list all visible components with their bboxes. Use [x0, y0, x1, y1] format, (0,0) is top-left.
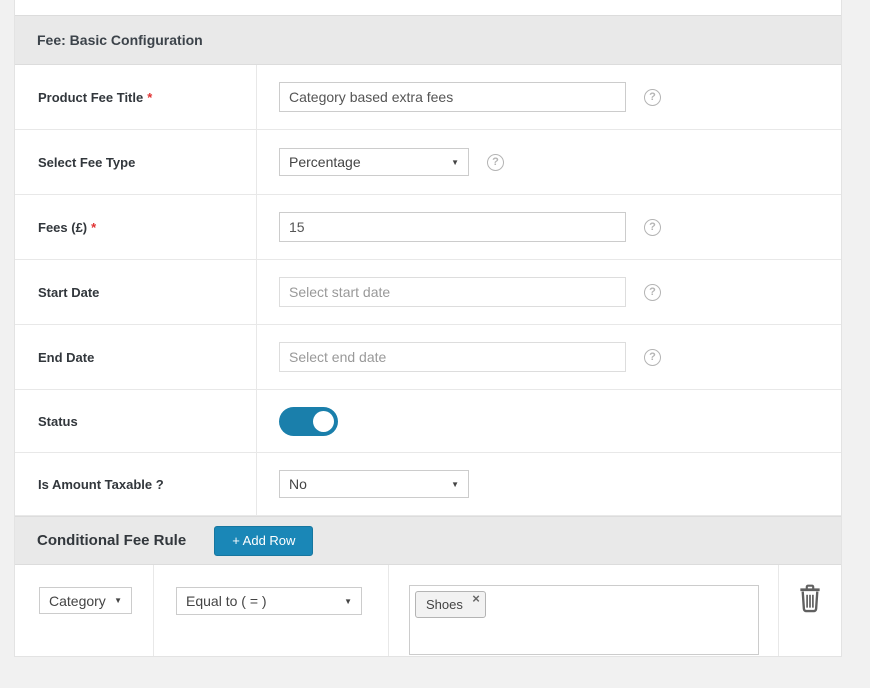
row-is-amount-taxable: Is Amount Taxable ? No ▼ — [15, 453, 841, 516]
row-status: Status — [15, 390, 841, 453]
start-date-input[interactable] — [279, 277, 626, 307]
fee-config-panel: Fee: Basic Configuration Product Fee Tit… — [14, 0, 842, 657]
help-icon[interactable]: ? — [644, 284, 661, 301]
product-fee-title-label: Product Fee Title — [38, 90, 143, 105]
taxable-selected-value: No — [289, 476, 307, 492]
rule-operator-selected-value: Equal to ( = ) — [186, 593, 267, 609]
add-row-button[interactable]: + Add Row — [214, 526, 313, 556]
chevron-down-icon: ▼ — [344, 597, 352, 606]
fee-type-label: Select Fee Type — [38, 155, 135, 170]
row-end-date: End Date ? — [15, 325, 841, 390]
row-product-fee-title: Product Fee Title * ? — [15, 65, 841, 130]
chevron-down-icon: ▼ — [451, 158, 459, 167]
chevron-down-icon: ▼ — [114, 596, 122, 605]
rule-field-select[interactable]: Category ▼ — [39, 587, 132, 614]
selected-value-tag: Shoes × — [415, 591, 486, 618]
conditional-fee-rule-title: Conditional Fee Rule — [37, 532, 186, 549]
row-select-fee-type: Select Fee Type Percentage ▼ ? — [15, 130, 841, 195]
row-start-date: Start Date ? — [15, 260, 841, 325]
delete-rule-button[interactable] — [795, 583, 825, 615]
remove-tag-button[interactable]: × — [472, 592, 480, 606]
basic-config-header: Fee: Basic Configuration — [15, 15, 841, 65]
conditional-fee-rule-header: Conditional Fee Rule + Add Row — [15, 516, 841, 565]
help-icon[interactable]: ? — [644, 219, 661, 236]
status-label: Status — [38, 414, 78, 429]
fees-label: Fees (£) — [38, 220, 87, 235]
product-fee-title-input[interactable] — [279, 82, 626, 112]
rule-operator-select[interactable]: Equal to ( = ) ▼ — [176, 587, 362, 615]
row-fees: Fees (£) * ? — [15, 195, 841, 260]
help-icon[interactable]: ? — [644, 349, 661, 366]
fee-type-select[interactable]: Percentage ▼ — [279, 148, 469, 176]
tag-label: Shoes — [426, 597, 463, 612]
toggle-knob — [313, 411, 334, 432]
rule-field-selected-value: Category — [49, 593, 106, 609]
chevron-down-icon: ▼ — [451, 480, 459, 489]
end-date-label: End Date — [38, 350, 94, 365]
start-date-label: Start Date — [38, 285, 99, 300]
taxable-label: Is Amount Taxable ? — [38, 477, 164, 492]
conditional-rule-row: Category ▼ Equal to ( = ) ▼ Shoes × — [15, 565, 841, 656]
taxable-select[interactable]: No ▼ — [279, 470, 469, 498]
help-icon[interactable]: ? — [644, 89, 661, 106]
rule-values-multiselect[interactable]: Shoes × — [409, 585, 759, 655]
fees-input[interactable] — [279, 212, 626, 242]
required-asterisk: * — [147, 90, 152, 105]
required-asterisk: * — [91, 220, 96, 235]
basic-config-title: Fee: Basic Configuration — [37, 32, 203, 48]
trash-icon — [797, 583, 823, 616]
status-toggle[interactable] — [279, 407, 338, 436]
fee-type-selected-value: Percentage — [289, 154, 361, 170]
help-icon[interactable]: ? — [487, 154, 504, 171]
end-date-input[interactable] — [279, 342, 626, 372]
